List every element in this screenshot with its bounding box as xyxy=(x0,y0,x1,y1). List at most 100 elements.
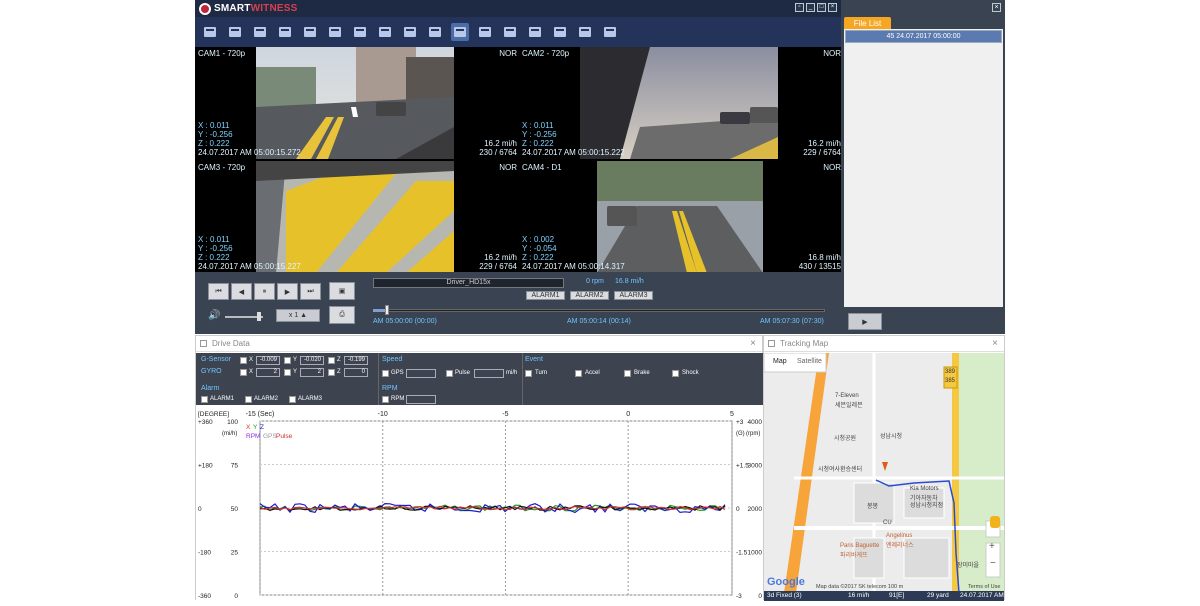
folder-open-icon[interactable] xyxy=(226,23,244,41)
gsensor-x-checkbox[interactable] xyxy=(240,357,247,364)
camera-speed: 16.8 mi/h xyxy=(808,253,841,262)
gps-checkbox[interactable] xyxy=(382,370,389,377)
timeline-track[interactable] xyxy=(373,309,825,312)
shock-checkbox[interactable] xyxy=(672,370,679,377)
turn-checkbox[interactable] xyxy=(525,370,532,377)
play-next-icon[interactable] xyxy=(551,23,569,41)
minimize-icon[interactable]: _ xyxy=(806,3,815,12)
google-logo: Google xyxy=(767,576,805,588)
rpm-tick-label: 3000 xyxy=(748,463,763,470)
search-document-icon[interactable] xyxy=(376,23,394,41)
alarm3-button[interactable]: ALARM3 xyxy=(614,291,653,300)
pause-icon[interactable]: ⏸ xyxy=(254,283,275,300)
playback-controls: ⏮ ◀ ⏸ ▶ ⏭ ▣ ⎙ 🔊 x 1 ▲ Driver_HD15x 0 rpm… xyxy=(195,272,841,334)
accel-checkbox[interactable] xyxy=(575,370,582,377)
alarm1-checkbox[interactable] xyxy=(201,396,208,403)
g-sensor-y: Y : -0.256 xyxy=(198,130,233,139)
axis-z-label: Z xyxy=(337,357,341,363)
camera-2-image xyxy=(580,47,778,159)
tracking-map-panel: Tracking Map × Map Satellite 389 385 7-E… xyxy=(763,335,1005,601)
brake-checkbox[interactable] xyxy=(624,370,631,377)
speed-tick-label: 100 xyxy=(227,419,238,426)
play-prev-icon[interactable] xyxy=(526,23,544,41)
speed-readout: 16.8 mi/h xyxy=(615,278,644,285)
network-icon[interactable] xyxy=(476,23,494,41)
file-list-item[interactable]: 45 24.07.2017 05:00:00 xyxy=(845,30,1002,43)
camera-view-3[interactable] xyxy=(195,161,517,273)
rpm-checkbox[interactable] xyxy=(382,396,389,403)
waveform-icon[interactable] xyxy=(401,23,419,41)
driver-field: Driver_HD15x xyxy=(373,278,564,288)
camera-view-1[interactable] xyxy=(195,47,517,159)
brake-label: Brake xyxy=(634,370,650,376)
divider xyxy=(378,353,379,405)
speed-select[interactable]: x 1 ▲ xyxy=(276,309,320,322)
rpm-item-label: RPM xyxy=(391,396,405,402)
camera-4-image xyxy=(597,161,763,273)
file-list-panel: × File List 45 24.07.2017 05:00:00 ▶ xyxy=(841,0,1005,334)
camera-view-4[interactable] xyxy=(519,161,841,273)
alarm-label: Alarm xyxy=(201,385,220,392)
place-bongbong: 봉봉 xyxy=(867,504,879,510)
maximize-icon[interactable]: □ xyxy=(817,3,826,12)
restore-icon[interactable]: ▫ xyxy=(795,3,804,12)
camera-speed: 16.2 mi/h xyxy=(484,253,517,262)
street-view-pegman-icon[interactable] xyxy=(990,516,1000,528)
legend-pulse: Pulse xyxy=(276,433,293,440)
timeline-handle[interactable] xyxy=(384,305,389,315)
gyro-x-checkbox[interactable] xyxy=(240,369,247,376)
degree-tick-label: -180 xyxy=(198,550,211,557)
export-video-button[interactable]: ⎙ xyxy=(329,306,355,324)
documents-icon[interactable] xyxy=(326,23,344,41)
volume-handle[interactable] xyxy=(257,312,261,321)
export-icon[interactable] xyxy=(276,23,294,41)
route-385: 385 xyxy=(945,378,956,384)
bar-settings-icon[interactable] xyxy=(426,23,444,41)
map-tab[interactable]: Map xyxy=(773,358,787,365)
drive-data-title: Drive Data xyxy=(212,339,250,348)
gyro-y-checkbox[interactable] xyxy=(284,369,291,376)
pulse-checkbox[interactable] xyxy=(446,370,453,377)
camera-view-icon[interactable] xyxy=(451,23,469,41)
database-icon[interactable] xyxy=(501,23,519,41)
gsensor-z-checkbox[interactable] xyxy=(328,357,335,364)
degree-axis-label: [DEGREE] xyxy=(198,411,229,418)
alarm3-checkbox[interactable] xyxy=(289,396,296,403)
gyro-z-checkbox[interactable] xyxy=(328,369,335,376)
file-list-close-icon[interactable]: × xyxy=(992,3,1001,12)
camera-view-2[interactable] xyxy=(519,47,841,159)
camera-label: CAM2 - 720p xyxy=(522,49,570,58)
document-icon[interactable] xyxy=(301,23,319,41)
map-pin-icon[interactable] xyxy=(351,23,369,41)
tracking-map-close-icon[interactable]: × xyxy=(992,336,998,352)
alarm2-checkbox[interactable] xyxy=(245,396,252,403)
screenshot-icon[interactable] xyxy=(576,23,594,41)
zoom-out-icon[interactable]: − xyxy=(990,558,996,569)
satellite-tab[interactable]: Satellite xyxy=(797,358,822,365)
gsensor-z-value: -0.199 xyxy=(344,356,368,365)
skip-start-icon[interactable]: ⏮ xyxy=(208,283,229,300)
terms-link[interactable]: Terms of Use xyxy=(968,584,1000,590)
camera-label: CAM1 - 720p xyxy=(198,49,246,58)
skip-end-icon[interactable]: ⏭ xyxy=(300,283,321,300)
snapshot-button[interactable]: ▣ xyxy=(329,282,355,300)
play-icon[interactable]: ▶ xyxy=(277,283,298,300)
folder-icon[interactable] xyxy=(201,23,219,41)
zoom-in-icon[interactable]: + xyxy=(989,541,995,552)
degree-tick-label: +180 xyxy=(198,463,213,470)
alarm1-button[interactable]: ALARM1 xyxy=(526,291,565,300)
gyro-y-value: 2 xyxy=(300,368,324,377)
step-back-icon[interactable]: ◀ xyxy=(231,283,252,300)
play-file-button[interactable]: ▶ xyxy=(848,313,882,330)
alarm2-button[interactable]: ALARM2 xyxy=(570,291,609,300)
place-paris-baguette: Paris Baguette xyxy=(840,543,880,549)
chat-icon[interactable] xyxy=(601,23,619,41)
camera-mode: NOR xyxy=(499,49,517,58)
speed-tick-label: 75 xyxy=(231,463,239,470)
drive-data-close-icon[interactable]: × xyxy=(750,336,756,352)
envelope-icon[interactable] xyxy=(251,23,269,41)
gsensor-y-checkbox[interactable] xyxy=(284,357,291,364)
x-tick-label: 5 xyxy=(730,411,734,418)
place-transfer-center: 시청여사환승센터 xyxy=(818,467,863,473)
close-icon[interactable]: × xyxy=(828,3,837,12)
